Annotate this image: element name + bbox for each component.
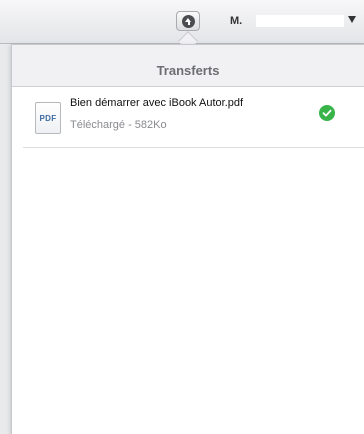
file-name: Bien démarrer avec iBook Autor.pdf [70, 97, 244, 109]
triangle-down-icon[interactable] [348, 16, 356, 23]
checkmark-circle-icon [319, 105, 335, 121]
pdf-file-icon: PDF [35, 102, 61, 134]
user-name-field[interactable] [256, 15, 344, 27]
transfer-list: PDF Bien démarrer avec iBook Autor.pdf T… [23, 88, 364, 148]
file-status: Téléchargé - 582Ko [70, 119, 167, 131]
upload-arrow-icon [182, 15, 195, 28]
transfers-popover: Transferts PDF Bien démarrer avec iBook … [11, 44, 364, 434]
file-type-label: PDF [39, 114, 57, 123]
user-name-label[interactable]: M. [230, 15, 242, 27]
popover-header: Transferts [12, 45, 364, 87]
app-root: M. Transferts PDF Bien démarrer avec iBo… [0, 0, 364, 434]
transfers-button[interactable] [176, 11, 200, 31]
popover-title: Transferts [156, 63, 220, 78]
transfer-row[interactable]: PDF Bien démarrer avec iBook Autor.pdf T… [23, 88, 364, 148]
